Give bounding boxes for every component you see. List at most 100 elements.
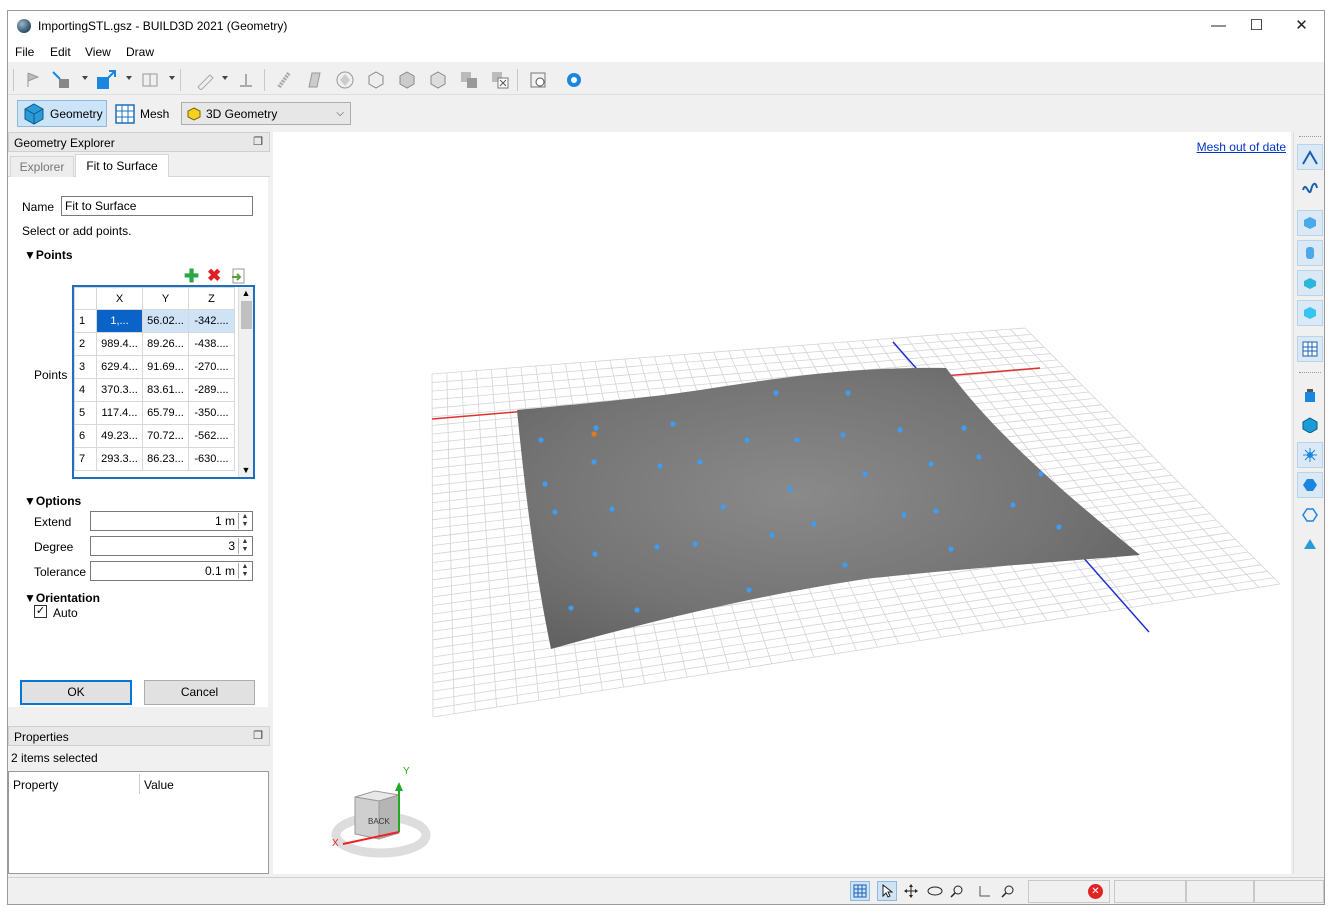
cube-teal-icon[interactable] [1297,412,1323,438]
menu-file[interactable]: File [15,45,34,59]
column-header-x[interactable]: X [96,287,143,310]
table-cell[interactable]: 293.3... [96,447,143,471]
table-cell[interactable]: -562.... [188,424,235,448]
table-cell[interactable]: 65.79... [142,401,189,425]
delete-point-icon[interactable]: ✖ [207,266,221,286]
surface-point[interactable] [845,390,851,396]
auto-checkbox[interactable]: ✓ [34,605,47,618]
surface-point[interactable] [862,471,868,477]
cube-outline-icon[interactable] [364,68,388,92]
column-header-y[interactable]: Y [142,287,189,310]
grid-toggle-icon[interactable] [850,881,870,901]
spring-icon[interactable] [272,68,296,92]
table-cell[interactable]: 1,... [96,309,143,333]
table-row[interactable]: 2 989.4... 89.26... -438.... [74,332,235,356]
error-indicator[interactable]: ✕ [1028,880,1110,903]
mesh-mode-button[interactable]: Mesh [115,100,175,127]
surface-point[interactable] [592,551,598,557]
surface-point[interactable] [928,461,934,467]
surface-point[interactable] [769,532,775,538]
surface-point[interactable] [1056,524,1062,530]
surface-point[interactable] [670,421,676,427]
cylinder-icon[interactable] [1297,240,1323,266]
cube-cut-icon[interactable] [426,68,450,92]
points-table-scrollbar[interactable]: ▲ ▼ [238,287,253,477]
surface-point[interactable] [840,432,846,438]
table-row[interactable]: 5 117.4... 65.79... -350.... [74,401,235,425]
points-table[interactable]: X Y Z 1 1,... 56.02... -342.... 2 989.4.… [72,285,255,479]
surface-point[interactable] [746,587,752,593]
3d-viewport[interactable]: Mesh out of date BACK Y X [273,132,1291,874]
restore-icon[interactable]: ❐ [253,135,263,148]
wave-curve-icon[interactable] [1297,174,1323,200]
add-grid-icon[interactable] [526,68,550,92]
name-field[interactable]: Fit to Surface [61,196,253,216]
zoom-extents-icon[interactable] [975,881,995,901]
table-cell[interactable]: -342.... [188,309,235,333]
zoom-icon[interactable] [947,881,967,901]
stepper-arrows-icon[interactable]: ▲ ▼ [238,538,251,554]
properties-table[interactable]: Property Value [8,771,269,874]
table-cell[interactable]: 70.72... [142,424,189,448]
close-button[interactable]: ✕ [1279,11,1324,42]
table-cell[interactable]: -438.... [188,332,235,356]
restore-icon[interactable]: ❐ [253,729,263,742]
table-row[interactable]: 3 629.4... 91.69... -270.... [74,355,235,379]
tab-fit-to-surface[interactable]: Fit to Surface [75,154,169,178]
cancel-button[interactable]: Cancel [144,680,255,705]
column-header-z[interactable]: Z [188,287,235,310]
surface-point[interactable] [976,454,982,460]
menu-edit[interactable]: Edit [50,45,71,59]
zoom-window-icon[interactable] [998,881,1018,901]
view-cube[interactable]: BACK Y X [331,766,431,858]
table-cell[interactable]: -630.... [188,447,235,471]
orbit-icon[interactable] [925,881,945,901]
add-point-icon[interactable]: ✚ [184,266,199,287]
intersect-icon[interactable] [234,68,258,92]
table-row[interactable]: 1 1,... 56.02... -342.... [74,309,235,333]
surface-point[interactable] [744,437,750,443]
surface-point[interactable] [897,427,903,433]
revolve-icon[interactable] [333,68,357,92]
surface-point[interactable] [1038,471,1044,477]
table-cell[interactable]: 989.4... [96,332,143,356]
union-icon[interactable] [457,68,481,92]
sketch-pen-icon[interactable] [193,68,217,92]
selected-surface-point[interactable] [591,431,597,437]
settings-gear-icon[interactable] [562,68,586,92]
table-cell[interactable]: 89.26... [142,332,189,356]
extend-stepper[interactable]: 1 m ▲ ▼ [90,511,253,531]
cube-shaded-icon[interactable] [395,68,419,92]
pan-icon[interactable] [901,881,921,901]
surface-point[interactable] [634,607,640,613]
surface-point[interactable] [933,508,939,514]
resize-box-icon[interactable] [94,68,118,92]
table-cell[interactable]: 370.3... [96,378,143,402]
surface-point[interactable] [542,481,548,487]
geometry-mode-button[interactable]: Geometry [17,100,107,127]
pointer-icon[interactable] [877,881,897,901]
curve-peak-icon[interactable] [1297,144,1323,170]
table-row[interactable]: 4 370.3... 83.61... -289.... [74,378,235,402]
surface-point[interactable] [697,459,703,465]
prism-icon[interactable] [1297,300,1323,326]
subtract-icon[interactable] [488,68,512,92]
water-drop-icon[interactable] [1297,532,1323,558]
ok-button[interactable]: OK [20,680,132,705]
table-cell[interactable]: 49.23... [96,424,143,448]
table-cell[interactable]: 117.4... [96,401,143,425]
sun-light-icon[interactable] [1297,442,1323,468]
surface-point[interactable] [654,544,660,550]
stepper-arrows-icon[interactable]: ▲ ▼ [238,513,251,529]
surface-point[interactable] [591,459,597,465]
select-corner-icon[interactable] [49,68,73,92]
surface-point[interactable] [720,504,726,510]
hexagon-outline-icon[interactable] [1297,502,1323,528]
surface-point[interactable] [568,605,574,611]
surface-point[interactable] [811,521,817,527]
slab-icon[interactable] [1297,270,1323,296]
table-cell[interactable]: 86.23... [142,447,189,471]
hexagon-fill-icon[interactable] [1297,472,1323,498]
mirror-icon[interactable] [138,68,162,92]
table-cell[interactable]: -350.... [188,401,235,425]
